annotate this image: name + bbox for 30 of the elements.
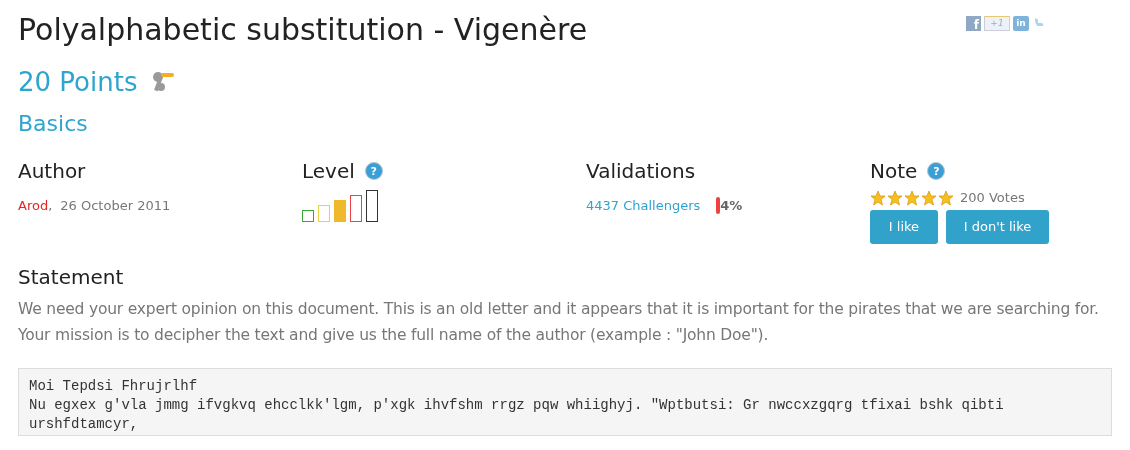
section-heading: Statement (18, 263, 125, 290)
vote-button[interactable]: I like (870, 209, 938, 244)
statement-text: We need your expert opinion on this document. This is an old letter and it appears that it is important for the pirates that we are searching for. Your mission is to decipher the text and give us the full name of the author (example : "John Doe"). (18, 298, 1100, 346)
category-link[interactable]: Basics (18, 110, 1112, 138)
percent-text: 4% (720, 197, 743, 215)
section-heading: Validations (586, 158, 697, 184)
vote-button[interactable]: I don't like (946, 209, 1049, 244)
star-icon[interactable] (921, 189, 937, 206)
plus-one-button[interactable]: +1 (984, 16, 1010, 31)
code-line: Moi Tepdsi Fhrujrlhf (29, 376, 199, 396)
star-icon[interactable] (938, 189, 954, 206)
star-icon[interactable] (904, 189, 920, 206)
linkedin-icon[interactable]: in (1013, 16, 1029, 31)
help-icon[interactable]: ? (364, 162, 383, 180)
code-line: Nu egxex g'vla jmmg ifvgkvq ehcclkk'lgm, p'xgk ihvfshm rrgz pqw whiighyj. "Wptbutsi: Gr nwccxzgqrg tfixai bshk qibti urshfdtamcyr, (29, 395, 1005, 434)
star-icon[interactable] (870, 189, 886, 206)
date-text: 26 October 2011 (60, 197, 171, 215)
section-heading: Author (18, 158, 87, 184)
section-heading: Level (302, 158, 355, 184)
facebook-icon[interactable]: f (966, 16, 981, 31)
help-icon[interactable]: ? (927, 162, 946, 180)
challengers-link[interactable]: 4437 Challengers (586, 196, 701, 216)
votes-text: 200 Votes (960, 189, 1025, 207)
page-title: Polyalphabetic substitution - Vigenère (18, 11, 588, 49)
comma-text: , (48, 197, 53, 215)
star-icon[interactable] (887, 189, 903, 206)
section-heading: Note (870, 158, 918, 184)
points-label: 20 Points (18, 66, 138, 98)
level-bar[interactable] (366, 190, 378, 222)
author-link[interactable]: Arod (18, 196, 49, 216)
